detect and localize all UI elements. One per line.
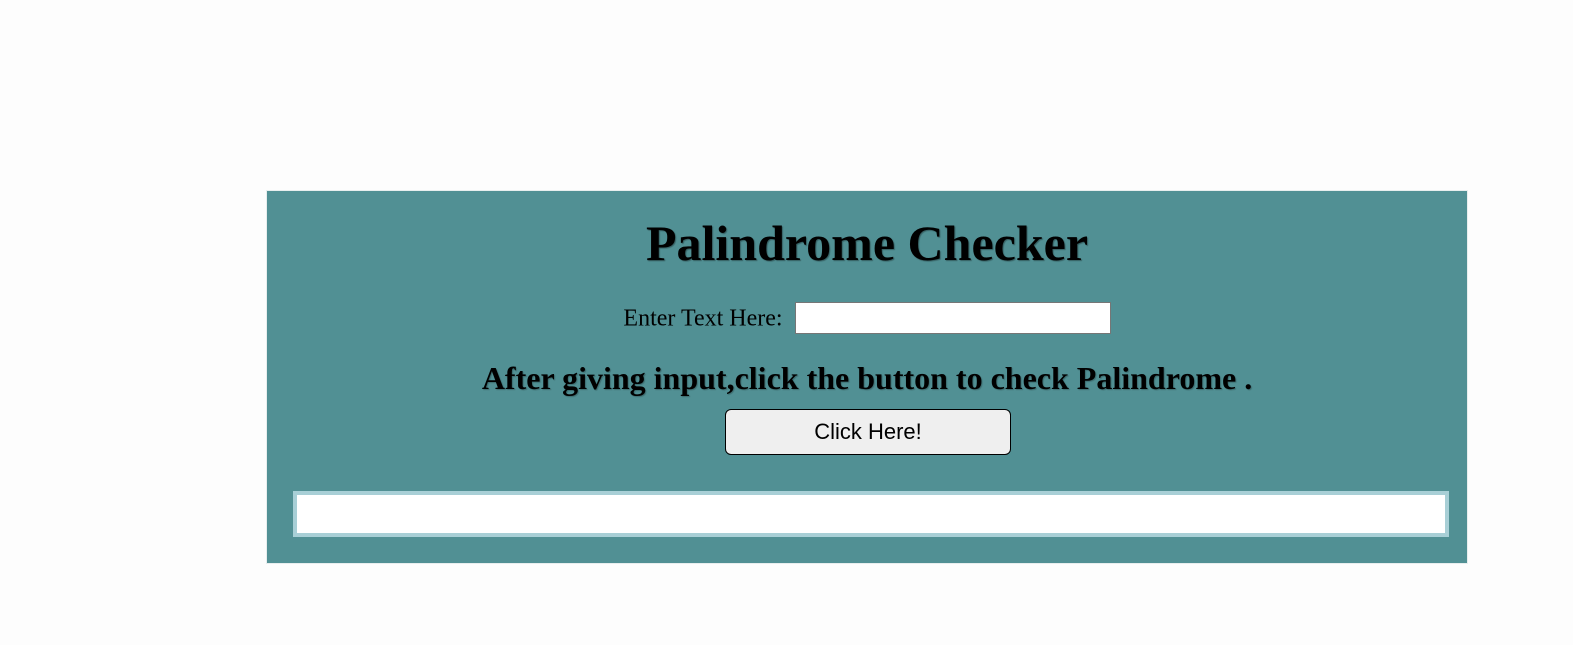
result-output-box [293, 491, 1449, 537]
text-input-field[interactable] [794, 302, 1111, 335]
text-input-row: Enter Text Here: [267, 300, 1467, 335]
check-palindrome-button[interactable]: Click Here! [725, 409, 1011, 455]
page-title: Palindrome Checker [645, 215, 1089, 271]
palindrome-checker-panel: Palindrome Checker Enter Text Here: Afte… [266, 190, 1468, 564]
input-label: Enter Text Here: [623, 305, 783, 332]
instruction-text: After giving input,click the button to c… [481, 360, 1253, 396]
